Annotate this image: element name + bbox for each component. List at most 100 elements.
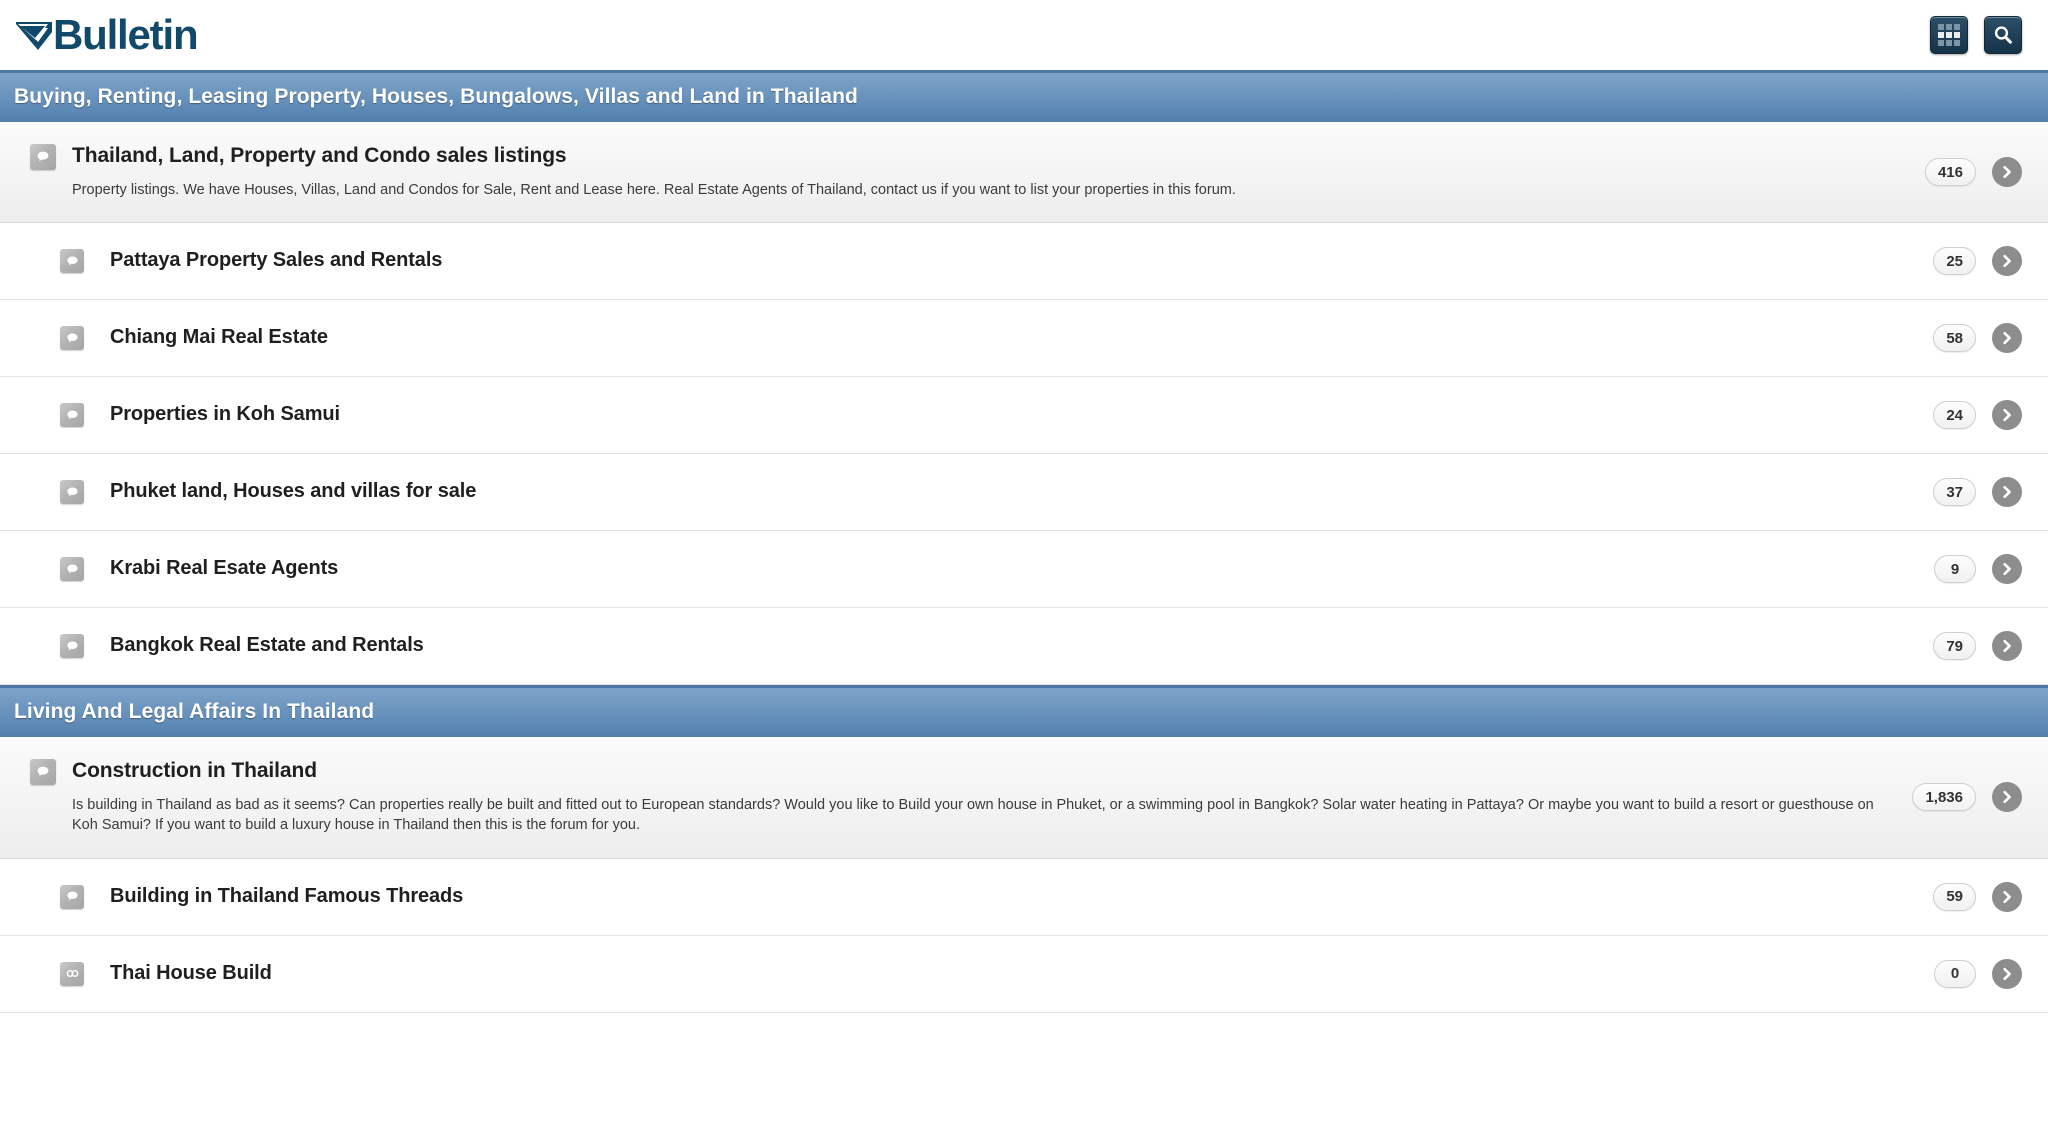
forum-row[interactable]: Krabi Real Esate Agents 9 — [0, 531, 2048, 609]
site-logo[interactable]: Bulletin — [10, 9, 199, 61]
forum-row-meta: 0 — [1934, 958, 2048, 989]
forum-icon-wrap — [0, 759, 72, 786]
thread-count-badge: 0 — [1934, 959, 1976, 988]
thread-count-badge: 24 — [1933, 401, 1976, 430]
forum-body: Building in Thailand Famous Threads — [110, 885, 1933, 907]
forum-title-link[interactable]: Thailand, Land, Property and Condo sales… — [72, 144, 1905, 168]
forum-row-meta: 59 — [1933, 881, 2048, 912]
speech-bubble-icon — [60, 884, 84, 909]
forum-row[interactable]: Building in Thailand Famous Threads 59 — [0, 858, 2048, 936]
forum-icon-wrap — [0, 961, 110, 986]
forum-icon-wrap — [0, 249, 110, 274]
grid-menu-icon — [1938, 24, 1960, 46]
forum-body: Chiang Mai Real Estate — [110, 326, 1933, 348]
speech-bubble-icon — [60, 557, 84, 582]
forum-title-link[interactable]: Krabi Real Esate Agents — [110, 557, 1914, 579]
speech-bubble-icon — [60, 249, 84, 274]
chevron-right-icon[interactable] — [1992, 400, 2022, 431]
speech-bubble-icon — [30, 144, 56, 170]
header-actions — [1930, 16, 2022, 54]
forum-title-link[interactable]: Pattaya Property Sales and Rentals — [110, 249, 1913, 271]
section-header: Buying, Renting, Leasing Property, House… — [0, 70, 2048, 122]
forum-icon-wrap — [0, 326, 110, 351]
forum-title-link[interactable]: Thai House Build — [110, 962, 1914, 984]
speech-bubble-icon — [60, 634, 84, 659]
forum-row-meta: 24 — [1933, 400, 2048, 431]
chevron-right-icon[interactable] — [1992, 157, 2022, 188]
forum-body: Construction in Thailand Is building in T… — [72, 759, 1912, 836]
forum-row-meta: 37 — [1933, 477, 2048, 508]
chevron-right-icon[interactable] — [1992, 246, 2022, 277]
forum-icon-wrap — [0, 884, 110, 909]
section-header: Living And Legal Affairs In Thailand — [0, 685, 2048, 738]
forum-row[interactable]: Bangkok Real Estate and Rentals 79 — [0, 608, 2048, 686]
forum-row-main[interactable]: Bangkok Real Estate and Rentals — [0, 608, 1933, 684]
forum-icon-wrap — [0, 557, 110, 582]
forum-row-meta: 79 — [1933, 631, 2048, 662]
thread-count-badge: 9 — [1934, 555, 1976, 584]
forum-row[interactable]: Thailand, Land, Property and Condo sales… — [0, 122, 2048, 224]
chevron-right-icon[interactable] — [1992, 323, 2022, 354]
forum-row-main[interactable]: Phuket land, Houses and villas for sale — [0, 454, 1933, 530]
forum-row-meta: 58 — [1933, 323, 2048, 354]
chevron-right-icon[interactable] — [1992, 881, 2022, 912]
chevron-right-icon[interactable] — [1992, 782, 2022, 813]
forum-title-link[interactable]: Bangkok Real Estate and Rentals — [110, 634, 1913, 656]
thread-count-badge: 1,836 — [1912, 783, 1976, 812]
thread-count-badge: 58 — [1933, 324, 1976, 353]
forum-body: Thailand, Land, Property and Condo sales… — [72, 144, 1925, 200]
speech-bubble-icon — [60, 326, 84, 351]
forum-body: Bangkok Real Estate and Rentals — [110, 634, 1933, 656]
forum-icon-wrap — [0, 634, 110, 659]
chevron-right-icon[interactable] — [1992, 958, 2022, 989]
forum-row[interactable]: Construction in Thailand Is building in T… — [0, 737, 2048, 859]
forum-title-link[interactable]: Chiang Mai Real Estate — [110, 326, 1913, 348]
forum-row-main[interactable]: Thai House Build — [0, 936, 1934, 1012]
forum-row-main[interactable]: Properties in Koh Samui — [0, 377, 1933, 453]
forum-title-link[interactable]: Phuket land, Houses and villas for sale — [110, 480, 1913, 502]
forum-description: Is building in Thailand as bad as it see… — [72, 796, 1874, 834]
forum-row-main[interactable]: Pattaya Property Sales and Rentals — [0, 223, 1933, 299]
site-header: Bulletin — [0, 0, 2048, 70]
search-icon — [1992, 24, 2014, 46]
forum-row-meta: 25 — [1933, 246, 2048, 277]
chevron-right-icon[interactable] — [1992, 554, 2022, 585]
link-chain-icon — [60, 961, 84, 986]
thread-count-badge: 25 — [1933, 247, 1976, 276]
forum-row[interactable]: Thai House Build 0 — [0, 935, 2048, 1013]
forum-row[interactable]: Pattaya Property Sales and Rentals 25 — [0, 223, 2048, 301]
forum-row-main[interactable]: Construction in Thailand Is building in T… — [0, 737, 1912, 858]
forum-body: Krabi Real Esate Agents — [110, 557, 1934, 579]
forum-title-link[interactable]: Properties in Koh Samui — [110, 403, 1913, 425]
forum-row-main[interactable]: Building in Thailand Famous Threads — [0, 859, 1933, 935]
search-button[interactable] — [1984, 16, 2022, 54]
speech-bubble-icon — [30, 759, 56, 786]
thread-count-badge: 79 — [1933, 632, 1976, 661]
chevron-right-icon[interactable] — [1992, 631, 2022, 662]
forum-row[interactable]: Phuket land, Houses and villas for sale 3… — [0, 454, 2048, 532]
forum-title-link[interactable]: Building in Thailand Famous Threads — [110, 885, 1913, 907]
site-logo-text: Bulletin — [53, 11, 199, 58]
forum-icon-wrap — [0, 144, 72, 170]
forum-row-main[interactable]: Krabi Real Esate Agents — [0, 531, 1934, 607]
vbulletin-v-mark-icon — [14, 18, 54, 52]
forum-title-link[interactable]: Construction in Thailand — [72, 759, 1892, 783]
forum-row-main[interactable]: Chiang Mai Real Estate — [0, 300, 1933, 376]
forum-icon-wrap — [0, 480, 110, 505]
forum-row-meta: 9 — [1934, 554, 2048, 585]
forum-row-meta: 416 — [1924, 157, 2048, 188]
thread-count-badge: 59 — [1933, 882, 1976, 911]
grid-menu-button[interactable] — [1930, 16, 1968, 54]
forum-body: Properties in Koh Samui — [110, 403, 1933, 425]
forum-row[interactable]: Properties in Koh Samui 24 — [0, 377, 2048, 455]
forum-row-meta: 1,836 — [1912, 782, 2048, 813]
forum-row[interactable]: Chiang Mai Real Estate 58 — [0, 300, 2048, 378]
forum-body: Pattaya Property Sales and Rentals — [110, 249, 1933, 271]
forum-row-main[interactable]: Thailand, Land, Property and Condo sales… — [0, 122, 1925, 222]
chevron-right-icon[interactable] — [1992, 477, 2022, 508]
speech-bubble-icon — [60, 480, 84, 505]
forum-list: Buying, Renting, Leasing Property, House… — [0, 70, 2048, 1013]
thread-count-badge: 416 — [1924, 158, 1976, 187]
forum-body: Thai House Build — [110, 962, 1934, 984]
forum-icon-wrap — [0, 403, 110, 428]
